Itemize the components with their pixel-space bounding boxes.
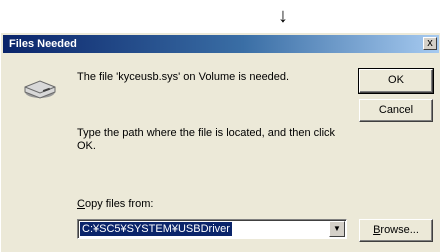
dropdown-arrow-button[interactable]: ▼ (329, 221, 345, 237)
browse-label: rowse... (380, 224, 419, 236)
message-text: The file 'kyceusb.sys' on Volume is need… (77, 71, 290, 83)
ok-button[interactable]: OK (358, 68, 434, 94)
title-bar[interactable]: Files Needed x (3, 35, 439, 53)
cancel-button[interactable]: Cancel (359, 99, 433, 122)
dialog-title: Files Needed (9, 38, 77, 50)
files-needed-dialog: Files Needed x The file 'kyceusb.sys' on… (0, 32, 440, 252)
browse-button[interactable]: Browse... (359, 219, 433, 242)
copy-label-accelerator: C (77, 198, 85, 210)
close-button[interactable]: x (423, 37, 437, 50)
path-input[interactable]: C:¥SC5¥SYSTEM¥USBDriver (80, 222, 232, 236)
copy-files-label: Copy files from: (77, 198, 153, 211)
copy-label-text: opy files from: (84, 198, 154, 210)
cursor-arrow: ↓ (278, 5, 288, 27)
disk-drive-icon (24, 80, 56, 99)
copy-files-path-combobox[interactable]: C:¥SC5¥SYSTEM¥USBDriver ▼ (77, 219, 347, 239)
instruction-text: Type the path where the file is located,… (77, 127, 336, 152)
